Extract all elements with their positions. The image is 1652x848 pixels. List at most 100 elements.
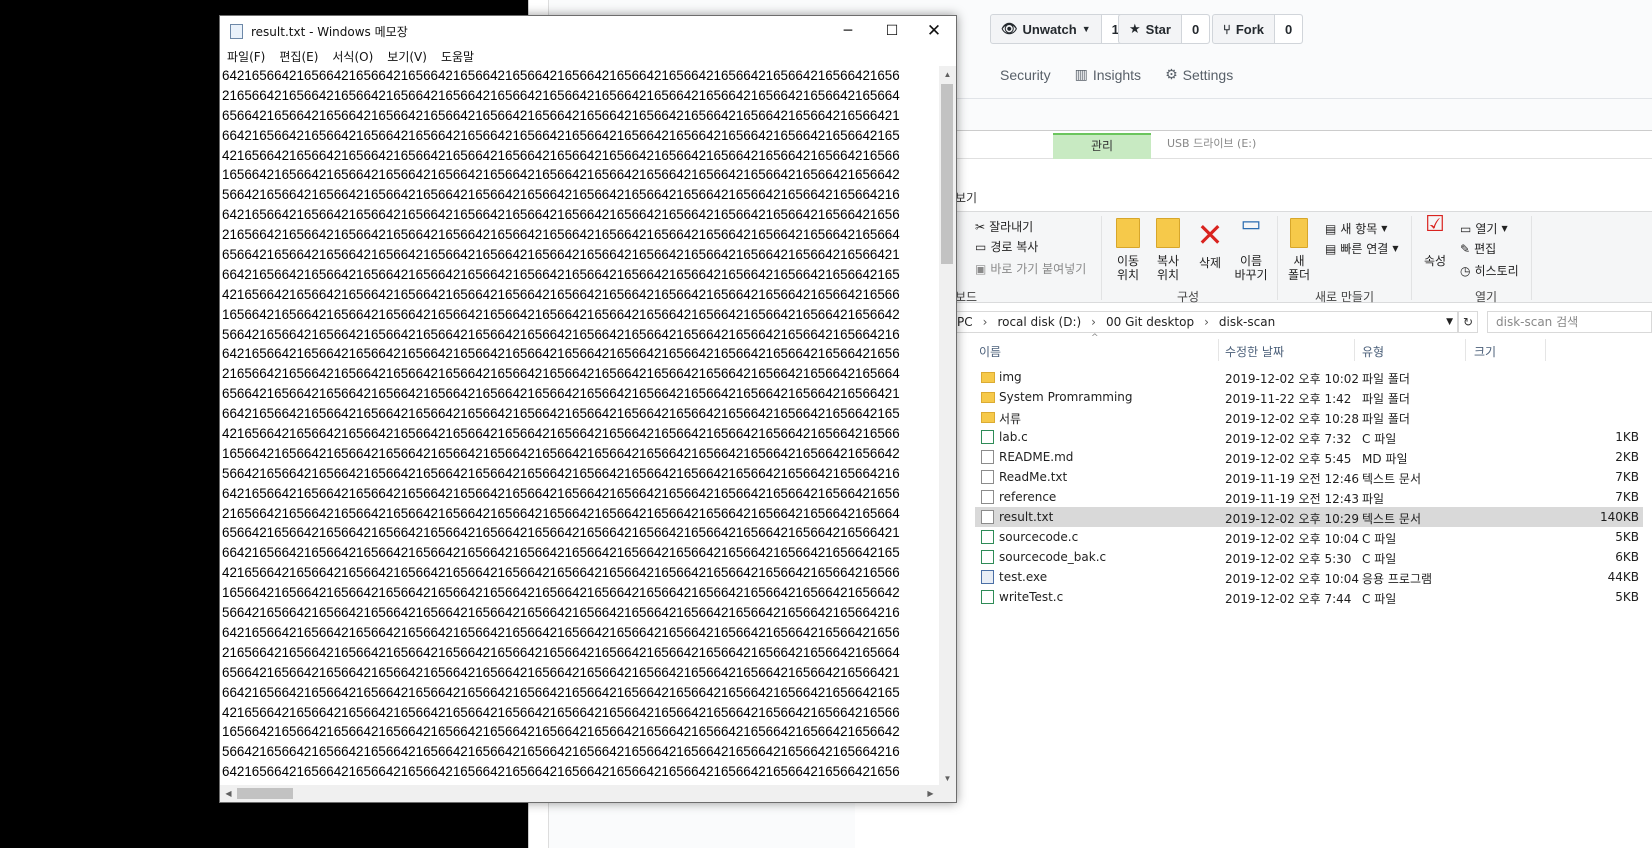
file-type: 파일 폴더 <box>1362 392 1410 406</box>
file-row[interactable]: test.exe 2019-12-02 오후 10:04 응용 프로그램 44KB <box>975 567 1643 587</box>
text-line: 2165664216566421656642165664216566421656… <box>222 87 900 103</box>
rename-button[interactable]: ▭ 이름 바꾸기 <box>1233 214 1269 283</box>
tab-security[interactable]: Security <box>1000 66 1051 83</box>
text-line: 6421656642165664216566421656642165664216… <box>222 207 900 223</box>
horizontal-scrollbar[interactable]: ◀ ▶ <box>220 785 939 802</box>
col-modified[interactable]: 수정한 날짜 <box>1225 343 1284 360</box>
star-button[interactable]: ★ Star 0 <box>1118 14 1211 44</box>
menu-view[interactable]: 보기(V) <box>387 48 427 65</box>
file-row[interactable]: writeTest.c 2019-12-02 오후 7:44 C 파일 5KB <box>975 587 1643 607</box>
chevron-down-icon[interactable]: ▼ <box>1446 317 1453 327</box>
file-row[interactable]: README.md 2019-12-02 오후 5:45 MD 파일 2KB <box>975 447 1643 467</box>
column-divider <box>1354 339 1355 361</box>
tab-insights[interactable]: ▥ Insights <box>1075 66 1141 83</box>
menu-format[interactable]: 서식(O) <box>332 48 373 65</box>
unwatch-button[interactable]: 👁 Unwatch ▼ 1 <box>990 14 1130 44</box>
text-line: 6421656642165664216566421656642165664216… <box>222 485 900 501</box>
text-line: 5664216566421656642165664216566421656642… <box>222 465 900 481</box>
tab-settings[interactable]: ⚙ Settings <box>1165 66 1233 83</box>
text-line: 1656642165664216566421656642165664216566… <box>222 585 900 601</box>
text-line: 4216566421656642165664216566421656642165… <box>222 565 900 581</box>
new-folder-button[interactable]: 새 폴더 <box>1285 218 1313 282</box>
scissors-icon: ✂ <box>975 219 986 234</box>
text-line: 2165664216566421656642165664216566421656… <box>222 227 900 243</box>
text-line: 5664216566421656642165664216566421656642… <box>222 187 900 203</box>
file-row[interactable]: System Promramming 2019-11-22 오후 1:42 파일 폴… <box>975 387 1643 407</box>
file-row[interactable]: reference 2019-11-19 오전 12:43 파일 7KB <box>975 487 1643 507</box>
address-bar[interactable]: PC › rocal disk (D:) › 00 Git desktop › dis… <box>950 311 1458 333</box>
cut-button[interactable]: ✂ 잘라내기 <box>975 218 1033 235</box>
title-bar[interactable]: result.txt - Windows 메모장 ─ ☐ ✕ <box>220 16 956 46</box>
breadcrumb-folder[interactable]: 00 Git desktop <box>1106 315 1194 329</box>
text-line: 5664216566421656642165664216566421656642… <box>222 326 900 342</box>
close-button[interactable]: ✕ <box>912 16 956 46</box>
file-row[interactable]: lab.c 2019-12-02 오후 7:32 C 파일 1KB <box>975 427 1643 447</box>
maximize-button[interactable]: ☐ <box>870 16 914 46</box>
document-icon <box>981 470 994 484</box>
refresh-button[interactable]: ↻ <box>1458 311 1478 333</box>
scroll-left-icon[interactable]: ◀ <box>220 785 237 802</box>
copy-folder-icon <box>1156 218 1180 248</box>
minimize-button[interactable]: ─ <box>826 16 870 46</box>
notepad-icon <box>230 23 243 39</box>
file-row[interactable]: img 2019-12-02 오후 10:02 파일 폴더 <box>975 367 1643 387</box>
text-line: 4216566421656642165664216566421656642165… <box>222 426 900 442</box>
vertical-scrollbar[interactable]: ▲ ▼ <box>939 66 956 787</box>
paste-shortcut-button[interactable]: ▣ 바로 가기 붙여넣기 <box>975 260 1086 277</box>
copy-path-button[interactable]: ▭ 경로 복사 <box>975 238 1038 255</box>
fork-button[interactable]: ⑂ Fork 0 <box>1212 14 1304 44</box>
fork-count[interactable]: 0 <box>1274 15 1303 43</box>
text-line: 1656642165664216566421656642165664216566… <box>222 445 900 461</box>
scroll-up-icon[interactable]: ▲ <box>939 66 956 83</box>
menu-help[interactable]: 도움말 <box>441 48 474 65</box>
text-editor[interactable]: 6421656642165664216566421656642165664216… <box>222 66 940 786</box>
text-line: 6421656642165664216566421656642165664216… <box>222 346 900 362</box>
file-row[interactable]: ReadMe.txt 2019-11-19 오전 12:46 텍스트 문서 7KB <box>975 467 1643 487</box>
organize-group-label: 구성 <box>1177 290 1200 304</box>
easy-access-button[interactable]: ▤ 빠른 연결 ▼ <box>1325 240 1398 257</box>
text-line: 5664216566421656642165664216566421656642… <box>222 605 900 621</box>
col-name[interactable]: 이름 <box>979 343 1001 360</box>
file-name: img <box>999 370 1022 384</box>
properties-button[interactable]: ☑ 속성 <box>1421 214 1449 269</box>
search-input[interactable]: disk-scan 검색 <box>1487 311 1652 333</box>
star-count[interactable]: 0 <box>1181 15 1210 43</box>
delete-button[interactable]: ✕ 삭제 <box>1195 218 1225 270</box>
breadcrumb-current[interactable]: disk-scan <box>1219 315 1275 329</box>
drive-label: USB 드라이브 (E:) <box>1167 137 1257 150</box>
new-item-button[interactable]: ▤ 새 항목 ▼ <box>1325 220 1387 237</box>
ribbon-separator <box>1531 216 1532 300</box>
scroll-thumb[interactable] <box>941 84 953 264</box>
column-divider <box>1465 339 1466 361</box>
text-line: 1656642165664216566421656642165664216566… <box>222 306 900 322</box>
col-type[interactable]: 유형 <box>1362 343 1384 360</box>
scroll-thumb[interactable] <box>237 788 293 799</box>
menu-file[interactable]: 파일(F) <box>227 48 265 65</box>
open-button[interactable]: ▭ 열기 ▼ <box>1460 220 1508 237</box>
scroll-right-icon[interactable]: ▶ <box>922 785 939 802</box>
file-row[interactable]: 서류 2019-12-02 오후 10:28 파일 폴더 <box>975 407 1643 427</box>
file-row[interactable]: result.txt 2019-12-02 오후 10:29 텍스트 문서 140KB <box>975 507 1643 527</box>
text-line: 6421656642165664216566421656642165664216… <box>222 764 900 780</box>
file-name: README.md <box>999 450 1074 464</box>
clipboard-group-label: 보드 <box>955 290 978 304</box>
breadcrumb-pc[interactable]: PC <box>957 315 973 329</box>
edit-button[interactable]: ✎ 편집 <box>1460 240 1496 257</box>
file-size: 6KB <box>1615 550 1639 564</box>
file-size: 5KB <box>1615 590 1639 604</box>
col-size[interactable]: 크기 <box>1474 343 1496 360</box>
copy-to-button[interactable]: 복사 위치 <box>1150 218 1186 282</box>
file-row[interactable]: sourcecode.c 2019-12-02 오후 10:04 C 파일 5KB <box>975 527 1643 547</box>
move-to-button[interactable]: 이동 위치 <box>1110 218 1146 282</box>
move-folder-icon <box>1116 218 1140 248</box>
file-row[interactable]: sourcecode_bak.c 2019-12-02 오후 5:30 C 파일 6K… <box>975 547 1643 567</box>
history-button[interactable]: ◷ 히스토리 <box>1460 262 1519 279</box>
file-name: sourcecode.c <box>999 530 1079 544</box>
breadcrumb-drive[interactable]: rocal disk (D:) <box>997 315 1081 329</box>
menu-edit[interactable]: 편집(E) <box>279 48 318 65</box>
address-row: PC › rocal disk (D:) › 00 Git desktop › dis… <box>855 311 1652 333</box>
file-type: 파일 폴더 <box>1362 372 1410 386</box>
tab-manage[interactable]: 관리 <box>1053 133 1151 159</box>
new-group-label: 새로 만들기 <box>1315 290 1375 304</box>
tab-view[interactable]: 보기 <box>955 189 977 206</box>
